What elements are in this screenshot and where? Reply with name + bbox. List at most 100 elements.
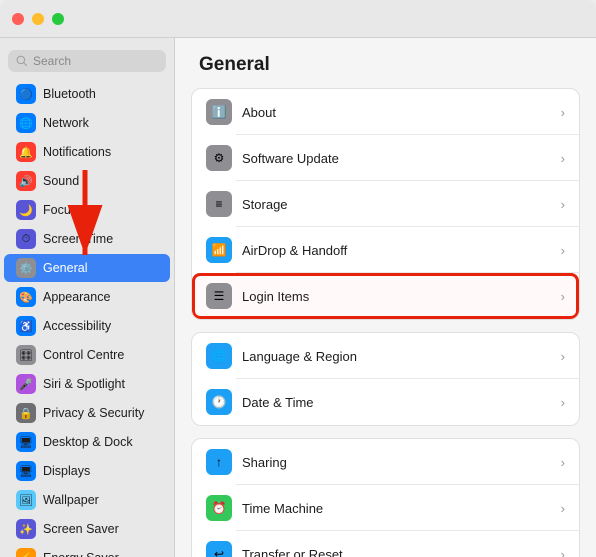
titlebar	[0, 0, 596, 38]
general-label: General	[43, 261, 87, 275]
about-label: About	[242, 105, 551, 120]
sidebar-item-accessibility[interactable]: ♿Accessibility	[4, 312, 170, 340]
screen-time-icon: ⏱	[16, 229, 36, 249]
sidebar-item-appearance[interactable]: 🎨 Appearance	[4, 283, 170, 311]
sidebar-item-bluetooth[interactable]: 🔵 Bluetooth	[4, 80, 170, 108]
sound-icon: 🔊	[16, 171, 36, 191]
appearance-icon: 🎨	[16, 287, 36, 307]
settings-row-sharing[interactable]: ↑ Sharing ›	[192, 439, 579, 485]
about-icon: ℹ️	[206, 99, 232, 125]
bluetooth-icon: 🔵	[16, 84, 36, 104]
settings-row-about[interactable]: ℹ️ About ›	[192, 89, 579, 135]
wallpaper-icon: 🖼	[16, 490, 36, 510]
sidebar-item-notifications[interactable]: 🔔Notifications	[4, 138, 170, 166]
software-update-chevron: ›	[561, 151, 565, 166]
accessibility-icon: ♿	[16, 316, 36, 336]
siri-icon: 🎤	[16, 374, 36, 394]
sidebar-item-screen-time[interactable]: ⏱ Screen Time	[4, 225, 170, 253]
network-label: Network	[43, 116, 89, 130]
focus-label: Focus	[43, 203, 77, 217]
minimize-button[interactable]	[32, 13, 44, 25]
sidebar-item-control-centre[interactable]: 🎛 Control Centre	[4, 341, 170, 369]
sidebar-item-focus[interactable]: 🌙 Focus	[4, 196, 170, 224]
search-box[interactable]: Search	[8, 50, 166, 72]
siri-label: Siri & Spotlight	[43, 377, 125, 391]
maximize-button[interactable]	[52, 13, 64, 25]
settings-row-transfer-reset[interactable]: ↩ Transfer or Reset ›	[192, 531, 579, 557]
settings-group-group1: ℹ️ About › ⚙ Software Update › ≡ Storage › 📶 AirDr…	[191, 88, 580, 320]
control-centre-label: Control Centre	[43, 348, 124, 362]
desktop-dock-icon: 🖥	[16, 432, 36, 452]
about-chevron: ›	[561, 105, 565, 120]
sharing-label: Sharing	[242, 455, 551, 470]
storage-icon: ≡	[206, 191, 232, 217]
login-items-chevron: ›	[561, 289, 565, 304]
airdrop-chevron: ›	[561, 243, 565, 258]
screen-time-label: Screen Time	[43, 232, 113, 246]
date-time-icon: 🕐	[206, 389, 232, 415]
settings-row-airdrop[interactable]: 📶 AirDrop & Handoff ›	[192, 227, 579, 273]
focus-icon: 🌙	[16, 200, 36, 220]
sidebar-item-displays[interactable]: 🖥Displays	[4, 457, 170, 485]
sound-label: Sound	[43, 174, 79, 188]
transfer-reset-chevron: ›	[561, 547, 565, 557]
sidebar-item-energy-saver[interactable]: ⚡ Energy Saver	[4, 544, 170, 557]
close-button[interactable]	[12, 13, 24, 25]
sharing-icon: ↑	[206, 449, 232, 475]
sidebar-item-sound[interactable]: 🔊 Sound	[4, 167, 170, 195]
settings-row-software-update[interactable]: ⚙ Software Update ›	[192, 135, 579, 181]
software-update-label: Software Update	[242, 151, 551, 166]
sidebar-items-container: 🔵 Bluetooth 🌐 Network 🔔Notifications 🔊 Sound 🌙 F…	[0, 80, 174, 557]
storage-label: Storage	[242, 197, 551, 212]
sidebar-item-desktop-dock[interactable]: 🖥 Desktop & Dock	[4, 428, 170, 456]
language-region-chevron: ›	[561, 349, 565, 364]
time-machine-icon: ⏰	[206, 495, 232, 521]
bluetooth-label: Bluetooth	[43, 87, 96, 101]
desktop-dock-label: Desktop & Dock	[43, 435, 133, 449]
settings-row-login-items[interactable]: ☰ Login Items ›	[192, 273, 579, 319]
sidebar-item-siri[interactable]: 🎤 Siri & Spotlight	[4, 370, 170, 398]
sidebar-item-screen-saver[interactable]: ✨ Screen Saver	[4, 515, 170, 543]
login-items-icon: ☰	[206, 283, 232, 309]
screen-saver-icon: ✨	[16, 519, 36, 539]
sidebar-item-wallpaper[interactable]: 🖼 Wallpaper	[4, 486, 170, 514]
search-icon	[16, 55, 28, 67]
main-content: General ℹ️ About › ⚙ Software Update › ≡ Storag…	[175, 38, 596, 557]
settings-group-group2: 🌐Language & Region›🕐Date & Time›	[191, 332, 580, 426]
displays-label: Displays	[43, 464, 90, 478]
general-icon: ⚙️	[16, 258, 36, 278]
sidebar-item-general[interactable]: ⚙️ General	[4, 254, 170, 282]
energy-saver-label: Energy Saver	[43, 551, 119, 557]
login-items-label: Login Items	[242, 289, 551, 304]
privacy-icon: 🔒	[16, 403, 36, 423]
time-machine-chevron: ›	[561, 501, 565, 516]
wallpaper-label: Wallpaper	[43, 493, 99, 507]
settings-row-language-region[interactable]: 🌐Language & Region›	[192, 333, 579, 379]
screen-saver-label: Screen Saver	[43, 522, 119, 536]
energy-saver-icon: ⚡	[16, 548, 36, 557]
settings-row-storage[interactable]: ≡ Storage ›	[192, 181, 579, 227]
time-machine-label: Time Machine	[242, 501, 551, 516]
page-title: General	[175, 54, 596, 88]
sharing-chevron: ›	[561, 455, 565, 470]
date-time-chevron: ›	[561, 395, 565, 410]
storage-chevron: ›	[561, 197, 565, 212]
network-icon: 🌐	[16, 113, 36, 133]
settings-row-time-machine[interactable]: ⏰ Time Machine ›	[192, 485, 579, 531]
appearance-label: Appearance	[43, 290, 110, 304]
search-placeholder: Search	[33, 54, 71, 68]
notifications-icon: 🔔	[16, 142, 36, 162]
sidebar-item-network[interactable]: 🌐 Network	[4, 109, 170, 137]
sidebar-item-privacy[interactable]: 🔒Privacy & Security	[4, 399, 170, 427]
control-centre-icon: 🎛	[16, 345, 36, 365]
airdrop-label: AirDrop & Handoff	[242, 243, 551, 258]
language-region-label: Language & Region	[242, 349, 551, 364]
settings-row-date-time[interactable]: 🕐 Date & Time ›	[192, 379, 579, 425]
transfer-reset-label: Transfer or Reset	[242, 547, 551, 557]
sidebar: Search 🔵Bluetooth🌐Network🔔Notifications🔊…	[0, 38, 175, 557]
settings-group-group3: ↑ Sharing › ⏰ Time Machine › ↩ Transfer or Rese…	[191, 438, 580, 557]
transfer-reset-icon: ↩	[206, 541, 232, 557]
date-time-label: Date & Time	[242, 395, 551, 410]
software-update-icon: ⚙	[206, 145, 232, 171]
airdrop-icon: 📶	[206, 237, 232, 263]
